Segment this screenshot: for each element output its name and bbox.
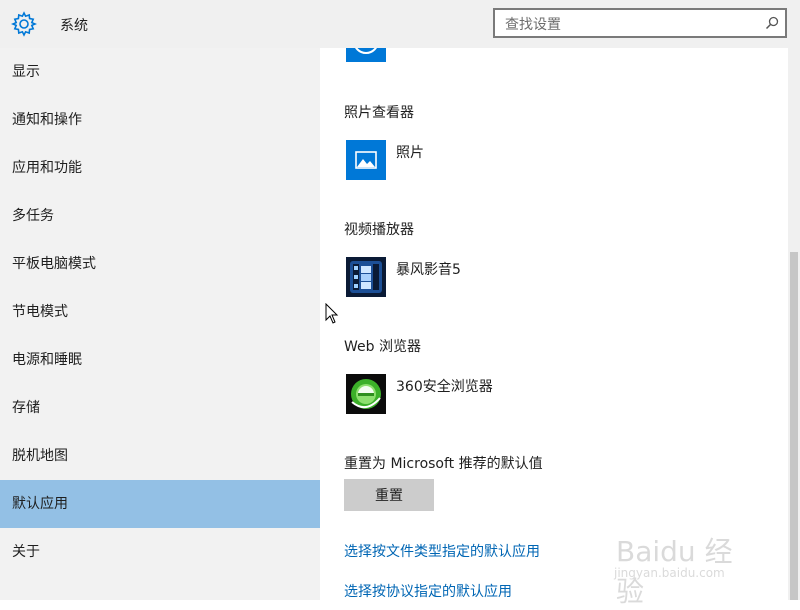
web-browser-app[interactable]: 360安全浏览器 [346,374,646,414]
baofeng-video-icon [346,257,386,297]
app-tile-partial[interactable] [346,48,386,62]
sidebar-item-display[interactable]: 显示 [0,48,320,96]
search-input[interactable] [503,14,757,36]
photos-app-icon [346,140,386,180]
search-box[interactable] [493,8,787,38]
app-name: 暴风影音5 [396,262,461,278]
sidebar-item-storage[interactable]: 存储 [0,384,320,432]
section-label-web-browser: Web 浏览器 [344,339,421,355]
scrollbar[interactable] [788,48,800,600]
title-bar: 系统 [0,0,800,48]
app-name: 360安全浏览器 [396,379,493,395]
section-label-video-player: 视频播放器 [344,222,414,238]
sidebar-item-apps-features[interactable]: 应用和功能 [0,144,320,192]
sidebar-item-default-apps[interactable]: 默认应用 [0,480,320,528]
section-label-photo-viewer: 照片查看器 [344,105,414,121]
video-player-app[interactable]: 暴风影音5 [346,257,646,297]
watermark: Baidu 经验 jingyan.baidu.com [610,510,760,608]
sidebar-item-offline-maps[interactable]: 脱机地图 [0,432,320,480]
search-icon[interactable] [765,16,779,30]
sidebar-item-power-sleep[interactable]: 电源和睡眠 [0,336,320,384]
360-browser-icon [346,374,386,414]
mouse-cursor-icon [325,303,339,324]
sidebar: 显示 通知和操作 应用和功能 多任务 平板电脑模式 节电模式 电源和睡眠 存储 … [0,48,320,600]
sidebar-item-tablet-mode[interactable]: 平板电脑模式 [0,240,320,288]
choose-by-file-type-link[interactable]: 选择按文件类型指定的默认应用 [344,541,540,561]
scrollbar-thumb[interactable] [790,252,798,600]
app-name: 照片 [396,145,424,161]
gear-icon [11,11,37,37]
reset-label: 重置为 Microsoft 推荐的默认值 [344,456,543,472]
sidebar-item-multitasking[interactable]: 多任务 [0,192,320,240]
sidebar-item-battery-saver[interactable]: 节电模式 [0,288,320,336]
choose-by-protocol-link[interactable]: 选择按协议指定的默认应用 [344,581,512,600]
page-title: 系统 [60,18,88,34]
sidebar-item-about[interactable]: 关于 [0,528,320,576]
photo-viewer-app[interactable]: 照片 [346,140,646,180]
reset-button[interactable]: 重置 [344,479,434,511]
watermark-url: jingyan.baidu.com [614,566,725,580]
sidebar-item-notifications[interactable]: 通知和操作 [0,96,320,144]
